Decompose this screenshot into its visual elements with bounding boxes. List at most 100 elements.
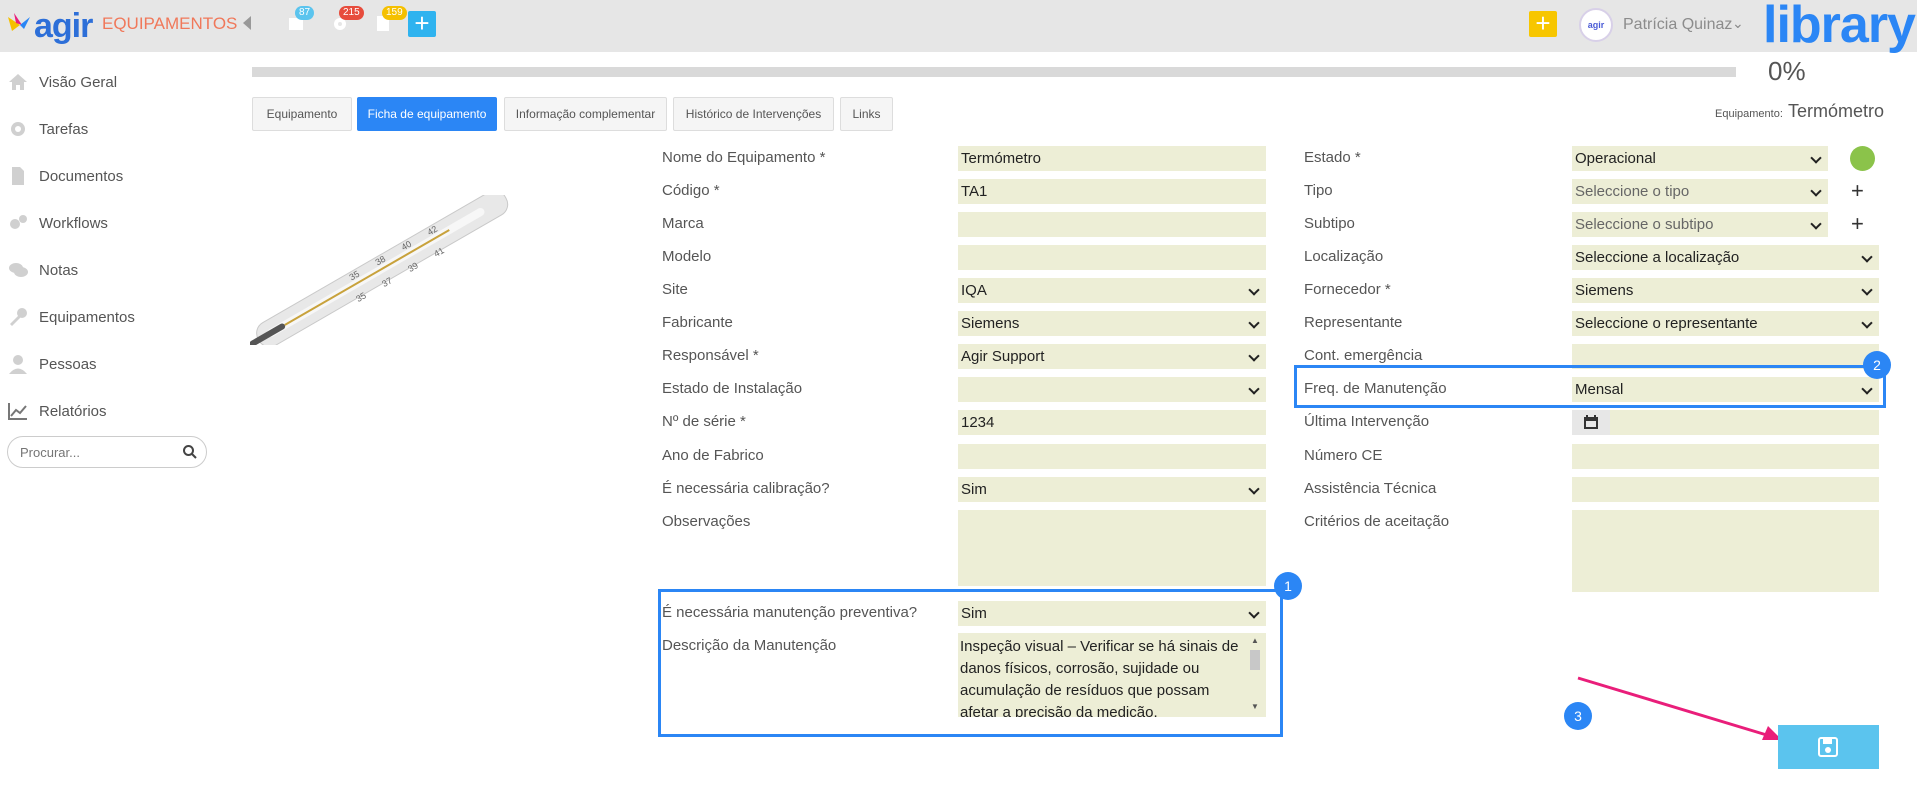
- select-site[interactable]: IQA: [958, 278, 1266, 303]
- status-indicator: [1850, 146, 1875, 171]
- tab-links[interactable]: Links: [840, 97, 893, 131]
- input-codigo[interactable]: TA1: [958, 179, 1266, 204]
- wrench-icon: [7, 306, 29, 328]
- equipment-photo: 35384042 35373941: [250, 195, 509, 345]
- select-representante[interactable]: Seleccione o representante: [1572, 311, 1879, 336]
- calendar-button[interactable]: [1572, 410, 1610, 435]
- label-localizacao: Localização: [1304, 248, 1384, 265]
- add-button[interactable]: +: [408, 10, 436, 37]
- label-ano-fabrico: Ano de Fabrico: [662, 447, 764, 464]
- input-numero-ce[interactable]: [1572, 444, 1879, 469]
- collapse-sidebar-icon[interactable]: [243, 16, 251, 30]
- select-responsavel[interactable]: Agir Support: [958, 344, 1266, 369]
- sidebar-item-label: Workflows: [39, 214, 108, 232]
- highlight-box-2: [1294, 365, 1886, 408]
- tab-ficha-de-equipamento[interactable]: Ficha de equipamento: [357, 97, 497, 131]
- module-title: EQUIPAMENTOS: [102, 14, 238, 33]
- tab-equipamento[interactable]: Equipamento: [252, 97, 352, 131]
- equipment-label-prefix: Equipamento:: [1715, 108, 1783, 120]
- label-estado-instalacao: Estado de Instalação: [662, 380, 803, 397]
- calendar-icon[interactable]: 87: [287, 6, 315, 32]
- sidebar-item-documentos[interactable]: Documentos: [7, 162, 123, 190]
- select-estado-instalacao[interactable]: [958, 377, 1266, 402]
- annotation-badge-1: 1: [1274, 572, 1302, 600]
- save-icon: [1818, 737, 1838, 757]
- input-assistencia-tecnica[interactable]: [1572, 477, 1879, 502]
- select-estado[interactable]: Operacional: [1572, 146, 1828, 171]
- logo-text: agir: [34, 6, 93, 45]
- sidebar-item-equipamentos[interactable]: Equipamentos: [7, 303, 135, 331]
- annotation-badge-2: 2: [1863, 351, 1891, 379]
- gear-icon[interactable]: 215: [331, 6, 364, 32]
- sidebar-item-label: Relatórios: [39, 402, 107, 420]
- library-brand: library: [1763, 0, 1916, 54]
- calendar-icon: [1584, 415, 1598, 429]
- sidebar-item-label: Tarefas: [39, 120, 89, 138]
- label-contacto-emergencia: Cont. emergência: [1304, 347, 1423, 364]
- person-icon: [7, 353, 29, 375]
- chevron-down-icon[interactable]: ⌄: [1732, 15, 1744, 32]
- sidebar-item-label: Pessoas: [39, 355, 97, 373]
- chat-icon: [7, 259, 29, 281]
- label-estado: Estado *: [1304, 149, 1361, 166]
- label-marca: Marca: [662, 215, 704, 232]
- user-name[interactable]: Patrícia Quinaz: [1623, 16, 1732, 34]
- sidebar-item-label: Notas: [39, 261, 79, 279]
- label-numero-ce: Número CE: [1304, 447, 1383, 464]
- input-nome-equipamento[interactable]: Termómetro: [958, 146, 1266, 171]
- select-fornecedor[interactable]: Siemens: [1572, 278, 1879, 303]
- label-codigo: Código *: [662, 182, 720, 199]
- sidebar-item-pessoas[interactable]: Pessoas: [7, 350, 97, 378]
- sidebar: Visão Geral Tarefas Documentos Workflows…: [0, 52, 215, 808]
- textarea-observacoes[interactable]: [958, 510, 1266, 586]
- input-numero-serie[interactable]: 1234: [958, 410, 1266, 435]
- label-assistencia-tecnica: Assistência Técnica: [1304, 480, 1437, 497]
- label-representante: Representante: [1304, 314, 1403, 331]
- sidebar-item-visao-geral[interactable]: Visão Geral: [7, 68, 117, 96]
- select-localizacao[interactable]: Seleccione a localização: [1572, 245, 1879, 270]
- input-modelo[interactable]: [958, 245, 1266, 270]
- input-ultima-intervencao[interactable]: [1610, 410, 1879, 435]
- select-fabricante[interactable]: Siemens: [958, 311, 1266, 336]
- quick-add-button[interactable]: +: [1529, 10, 1557, 37]
- sidebar-item-relatorios[interactable]: Relatórios: [7, 397, 107, 425]
- sidebar-item-label: Documentos: [39, 167, 124, 185]
- search-icon[interactable]: [182, 444, 198, 460]
- progress-bar: [252, 67, 1736, 77]
- select-subtipo[interactable]: Seleccione o subtipo: [1572, 212, 1828, 237]
- chart-icon: [7, 400, 29, 422]
- document-icon[interactable]: 159: [374, 6, 407, 32]
- gear-icon: [7, 118, 29, 140]
- highlight-box-1: [658, 589, 1283, 737]
- label-responsavel: Responsável *: [662, 347, 759, 364]
- select-calibracao[interactable]: Sim: [958, 477, 1266, 502]
- agir-logo[interactable]: agir: [6, 4, 93, 48]
- equipment-name-label: Equipamento: Termómetro: [1715, 101, 1884, 122]
- add-subtipo-icon[interactable]: +: [1851, 213, 1864, 235]
- label-fornecedor: Fornecedor *: [1304, 281, 1391, 298]
- label-modelo: Modelo: [662, 248, 712, 265]
- input-marca[interactable]: [958, 212, 1266, 237]
- save-button[interactable]: [1778, 725, 1879, 769]
- input-ano-fabrico[interactable]: [958, 444, 1266, 469]
- cogs-icon: [7, 212, 29, 234]
- label-subtipo: Subtipo: [1304, 215, 1355, 232]
- sidebar-item-workflows[interactable]: Workflows: [7, 209, 108, 237]
- select-tipo[interactable]: Seleccione o tipo: [1572, 179, 1828, 204]
- sidebar-item-label: Visão Geral: [39, 73, 118, 91]
- label-criterios-aceitacao: Critérios de aceitação: [1304, 513, 1450, 530]
- avatar[interactable]: agir: [1579, 8, 1613, 42]
- label-tipo: Tipo: [1304, 182, 1333, 199]
- label-ultima-intervencao: Última Intervenção: [1304, 413, 1430, 430]
- search-input[interactable]: [20, 445, 170, 460]
- sidebar-item-notas[interactable]: Notas: [7, 256, 78, 284]
- sidebar-item-tarefas[interactable]: Tarefas: [7, 115, 88, 143]
- add-tipo-icon[interactable]: +: [1851, 180, 1864, 202]
- tab-informacao-complementar[interactable]: Informação complementar: [504, 97, 667, 131]
- search-box: [7, 436, 207, 468]
- documents-badge: 159: [382, 6, 407, 20]
- label-nome-equipamento: Nome do Equipamento *: [662, 149, 826, 166]
- textarea-criterios-aceitacao[interactable]: [1572, 510, 1879, 592]
- tab-historico-intervencoes[interactable]: Histórico de Intervenções: [673, 97, 834, 131]
- home-icon: [7, 71, 29, 93]
